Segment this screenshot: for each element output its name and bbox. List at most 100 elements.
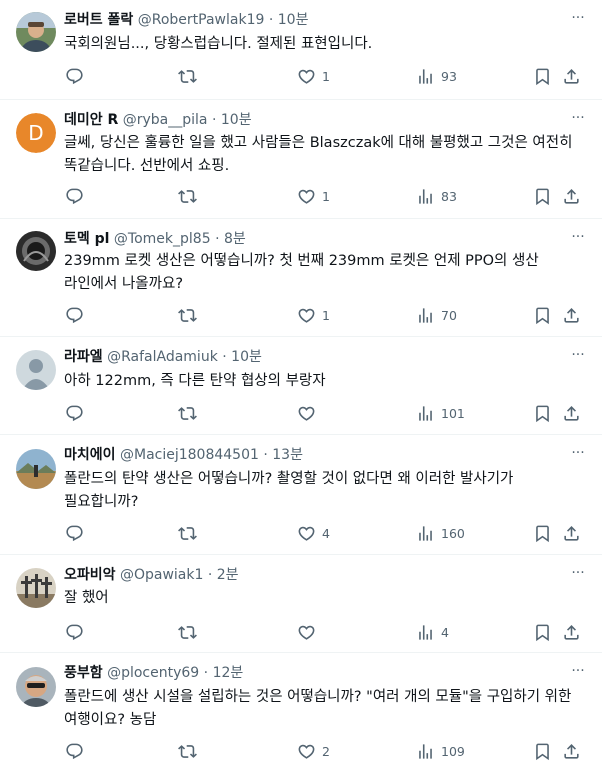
like-button[interactable]: [297, 396, 322, 430]
tweet[interactable]: 마치에이 @Maciej180844501 · 13분 ··· 폴란드의 탄약 …: [0, 435, 602, 555]
tweet[interactable]: 토멕 pl @Tomek_pl85 · 8분 ··· 239mm 로켓 생산은 …: [0, 219, 602, 337]
bookmark-button[interactable]: [533, 396, 552, 430]
timestamp[interactable]: 8분: [224, 231, 246, 247]
views-button[interactable]: 83: [416, 179, 457, 213]
views-button[interactable]: 160: [416, 516, 465, 550]
avatar[interactable]: [16, 449, 56, 489]
more-options-icon[interactable]: ···: [568, 565, 588, 585]
reply-button[interactable]: [65, 516, 90, 550]
author-name[interactable]: 풍부함: [64, 665, 103, 681]
more-options-icon[interactable]: ···: [568, 445, 588, 465]
author-name[interactable]: 로버트 폴락: [64, 12, 133, 28]
view-count: 109: [441, 743, 465, 759]
more-options-icon[interactable]: ···: [568, 10, 588, 30]
avatar[interactable]: [16, 12, 56, 52]
more-options-icon[interactable]: ···: [568, 347, 588, 367]
share-button[interactable]: [562, 59, 581, 93]
more-options-icon[interactable]: ···: [568, 663, 588, 683]
like-button[interactable]: [297, 615, 322, 649]
views-button[interactable]: 101: [416, 396, 465, 430]
tweet-text: 폴란드에 생산 시설을 설립하는 것은 어떻습니까? "여러 개의 모듈"을 구…: [64, 689, 572, 728]
author-name[interactable]: 오파비악: [64, 567, 116, 583]
reply-button[interactable]: [65, 179, 90, 213]
author-handle[interactable]: @plocenty69: [107, 665, 199, 681]
timestamp[interactable]: 10분: [278, 12, 309, 28]
share-button[interactable]: [562, 615, 581, 649]
retweet-button[interactable]: [178, 734, 203, 768]
author-handle[interactable]: @RafalAdamiuk: [107, 349, 218, 365]
tweet-header: 로버트 폴락 @RobertPawlak19 · 10분: [64, 10, 562, 30]
like-button[interactable]: 2: [297, 734, 330, 768]
separator-dot: ·: [207, 567, 213, 583]
bookmark-button[interactable]: [533, 298, 552, 332]
tweet-text: 폴란드의 탄약 생산은 어떻습니까? 촬영할 것이 없다면 왜 이러한 발사기가…: [64, 471, 514, 510]
timestamp[interactable]: 12분: [213, 665, 244, 681]
bookmark-icon: [533, 187, 552, 206]
share-button[interactable]: [562, 516, 581, 550]
bookmark-button[interactable]: [533, 615, 552, 649]
bookmark-button[interactable]: [533, 59, 552, 93]
view-count: 160: [441, 525, 465, 541]
author-name[interactable]: 라파엘: [64, 349, 103, 365]
timestamp[interactable]: 13분: [272, 447, 303, 463]
like-button[interactable]: 1: [297, 59, 330, 93]
tweet[interactable]: 라파엘 @RafalAdamiuk · 10분 ··· 아하 122mm, 즉 …: [0, 337, 602, 435]
share-button[interactable]: [562, 734, 581, 768]
share-icon: [562, 306, 581, 325]
tweet[interactable]: 로버트 폴락 @RobertPawlak19 · 10분 ··· 국회의원님..…: [0, 0, 602, 100]
author-handle[interactable]: @Opawiak1: [120, 567, 203, 583]
reply-button[interactable]: [65, 59, 90, 93]
separator-dot: ·: [203, 665, 209, 681]
tweet[interactable]: 풍부함 @plocenty69 · 12분 ··· 폴란드에 생산 시설을 설립…: [0, 653, 602, 772]
avatar[interactable]: [16, 350, 56, 390]
retweet-button[interactable]: [178, 298, 203, 332]
timestamp[interactable]: 2분: [217, 567, 239, 583]
author-handle[interactable]: @Tomek_pl85: [114, 231, 211, 247]
like-button[interactable]: 1: [297, 298, 330, 332]
bookmark-button[interactable]: [533, 516, 552, 550]
views-button[interactable]: 93: [416, 59, 457, 93]
more-options-icon[interactable]: ···: [568, 229, 588, 249]
tweet[interactable]: D 데미안 R @ryba__pila · 10분 ··· 글쎄, 당신은 훌륭…: [0, 100, 602, 219]
avatar[interactable]: D: [16, 113, 56, 153]
timestamp[interactable]: 10분: [221, 112, 252, 128]
avatar-photo-crosses-icon: [16, 568, 56, 608]
retweet-button[interactable]: [178, 615, 203, 649]
share-button[interactable]: [562, 396, 581, 430]
action-bar: 1 70: [56, 298, 594, 332]
bookmark-icon: [533, 742, 552, 761]
views-button[interactable]: 70: [416, 298, 457, 332]
bookmark-button[interactable]: [533, 179, 552, 213]
retweet-button[interactable]: [178, 59, 203, 93]
author-handle[interactable]: @ryba__pila: [123, 112, 208, 128]
author-handle[interactable]: @Maciej180844501: [120, 447, 259, 463]
reply-button[interactable]: [65, 615, 90, 649]
author-handle[interactable]: @RobertPawlak19: [138, 12, 265, 28]
reply-button[interactable]: [65, 396, 90, 430]
tweet-text: 239mm 로켓 생산은 어떻습니까? 첫 번째 239mm 로켓은 언제 PP…: [64, 253, 539, 292]
like-button[interactable]: 4: [297, 516, 330, 550]
avatar[interactable]: [16, 231, 56, 271]
reply-button[interactable]: [65, 298, 90, 332]
author-name[interactable]: 데미안 R: [64, 112, 118, 128]
views-icon: [416, 623, 435, 642]
bookmark-button[interactable]: [533, 734, 552, 768]
separator-dot: ·: [222, 349, 227, 365]
retweet-button[interactable]: [178, 396, 203, 430]
views-button[interactable]: 4: [416, 615, 449, 649]
reply-button[interactable]: [65, 734, 90, 768]
views-button[interactable]: 109: [416, 734, 465, 768]
retweet-button[interactable]: [178, 516, 203, 550]
bookmark-icon: [533, 306, 552, 325]
tweet[interactable]: 오파비악 @Opawiak1 · 2분 ··· 잘 했어 4: [0, 555, 602, 653]
author-name[interactable]: 마치에이: [64, 447, 116, 463]
avatar[interactable]: [16, 568, 56, 608]
author-name[interactable]: 토멕 pl: [64, 231, 109, 247]
retweet-button[interactable]: [178, 179, 203, 213]
more-options-icon[interactable]: ···: [568, 110, 588, 130]
share-button[interactable]: [562, 179, 581, 213]
timestamp[interactable]: 10분: [231, 349, 262, 365]
avatar[interactable]: [16, 667, 56, 707]
like-button[interactable]: 1: [297, 179, 330, 213]
share-button[interactable]: [562, 298, 581, 332]
